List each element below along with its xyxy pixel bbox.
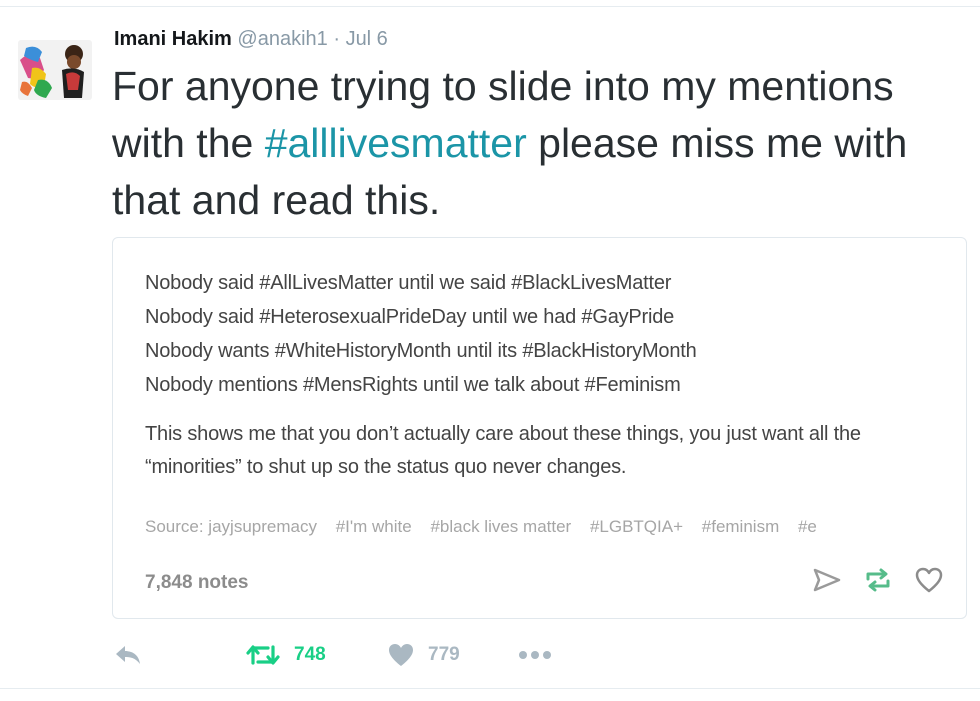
- tag: #I'm white: [335, 517, 412, 536]
- tag: #black lives matter: [430, 517, 572, 536]
- top-divider: [0, 6, 980, 7]
- source-label: Source: jayjsupremacy: [145, 517, 317, 536]
- retweet-button[interactable]: 748: [246, 644, 388, 666]
- tag: #LGBTQIA+: [589, 517, 684, 536]
- card-line: Nobody said #HeterosexualPrideDay until …: [145, 306, 675, 328]
- author-name[interactable]: Imani Hakim: [114, 28, 232, 50]
- like-count: 779: [428, 644, 460, 665]
- more-button[interactable]: [518, 650, 552, 660]
- card-line: Nobody wants #WhiteHistoryMonth until it…: [145, 340, 697, 362]
- tag: #feminism: [701, 517, 780, 536]
- card-body: Nobody said #AllLivesMatter until we sai…: [145, 266, 956, 484]
- heart-outline-icon: [915, 567, 943, 593]
- tweet-text: For anyone trying to slide into my menti…: [112, 58, 972, 229]
- bottom-divider: [0, 688, 980, 689]
- tweet-actions: 748 779: [114, 640, 552, 670]
- card-line: Nobody mentions #MensRights until we tal…: [145, 374, 681, 396]
- notes-count: 7,848 notes: [145, 572, 249, 593]
- avatar[interactable]: [18, 40, 92, 100]
- embedded-image-card[interactable]: Nobody said #AllLivesMatter until we sai…: [112, 237, 967, 619]
- heart-icon: [389, 644, 413, 666]
- reply-icon: [116, 646, 140, 664]
- send-icon: [813, 568, 841, 592]
- card-paragraph: This shows me that you don’t actually ca…: [145, 423, 861, 478]
- tweet-header: Imani Hakim @anakih1 · Jul 6: [114, 28, 388, 51]
- tag: #e: [797, 517, 817, 536]
- reblog-icon: [866, 568, 890, 592]
- retweet-icon: [246, 645, 280, 665]
- retweet-count: 748: [294, 644, 326, 665]
- author-handle[interactable]: @anakih1: [237, 28, 327, 50]
- source-tags-row: Source: jayjsupremacy #I'm white #black …: [145, 517, 831, 537]
- reply-button[interactable]: [114, 644, 246, 666]
- separator-dot: ·: [333, 28, 340, 50]
- hashtag-link[interactable]: #alllivesmatter: [265, 120, 527, 166]
- card-actions: [812, 566, 944, 594]
- more-icon: [519, 651, 551, 659]
- card-line: Nobody said #AllLivesMatter until we sai…: [145, 272, 672, 294]
- tweet-date[interactable]: Jul 6: [346, 28, 388, 50]
- avatar-image: [18, 40, 92, 100]
- like-button[interactable]: 779: [388, 643, 518, 667]
